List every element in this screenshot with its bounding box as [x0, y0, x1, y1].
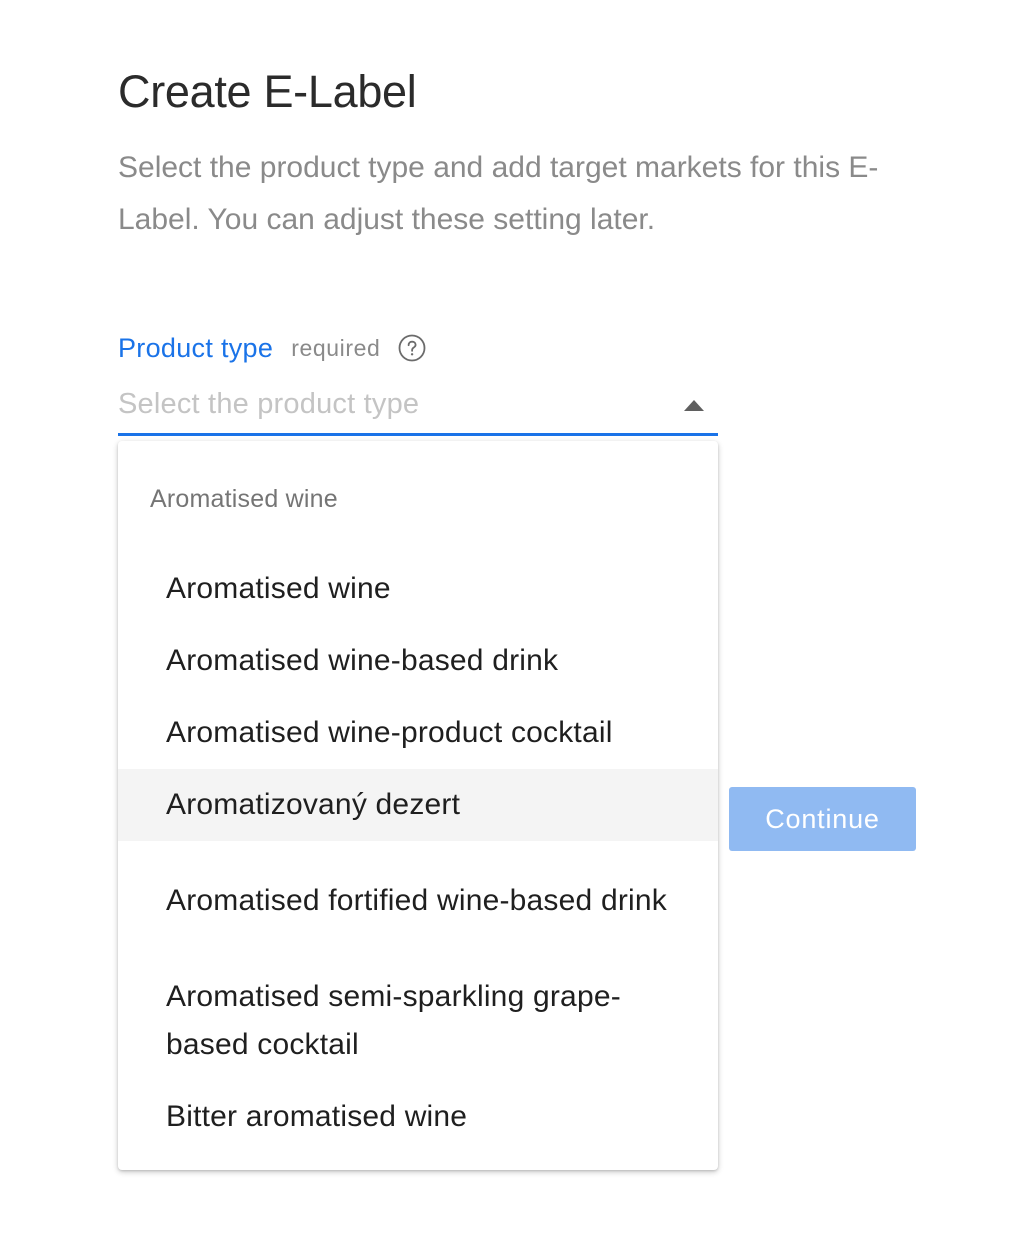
dropdown-option-hovered[interactable]: Aromatizovaný dezert	[118, 769, 718, 841]
option-label: Aromatised wine	[166, 572, 391, 605]
continue-button[interactable]: Continue	[729, 787, 916, 851]
page-description: Select the product type and add target m…	[118, 151, 879, 236]
product-type-label: Product type	[118, 332, 274, 363]
option-label: Aromatised wine-based drink	[166, 644, 559, 677]
option-label: Aromatised fortified wine-based drink	[166, 884, 667, 917]
dropdown-option[interactable]: Bitter aromatised wine	[118, 1081, 718, 1153]
option-label: Aromatised wine-product cocktail	[166, 716, 613, 749]
page-title: Create E-Label	[118, 66, 417, 117]
option-label: Aromatizovaný dezert	[166, 788, 461, 821]
required-indicator: required	[291, 334, 381, 361]
caret-up-icon	[684, 400, 704, 411]
product-type-label-row: Product type required	[118, 326, 426, 370]
product-type-dropdown: Aromatised wine Aromatised wine Aromatis…	[118, 441, 718, 1170]
question-circle-icon[interactable]	[398, 334, 426, 362]
option-label: Bitter aromatised wine	[166, 1100, 468, 1133]
dropdown-option[interactable]: Aromatised semi-sparkling grape-based co…	[118, 961, 718, 1081]
dropdown-option[interactable]: Aromatised wine-product cocktail	[118, 697, 718, 769]
product-type-placeholder: Select the product type	[118, 388, 420, 420]
option-group-header: Aromatised wine	[150, 485, 338, 513]
dropdown-option[interactable]: Aromatised wine	[118, 553, 718, 625]
dropdown-option[interactable]: Aromatised fortified wine-based drink	[118, 841, 718, 961]
option-label: Aromatised semi-sparkling grape-based co…	[166, 980, 621, 1061]
dropdown-option[interactable]: Aromatised wine-based drink	[118, 625, 718, 697]
product-type-select[interactable]: Select the product type	[118, 380, 718, 436]
